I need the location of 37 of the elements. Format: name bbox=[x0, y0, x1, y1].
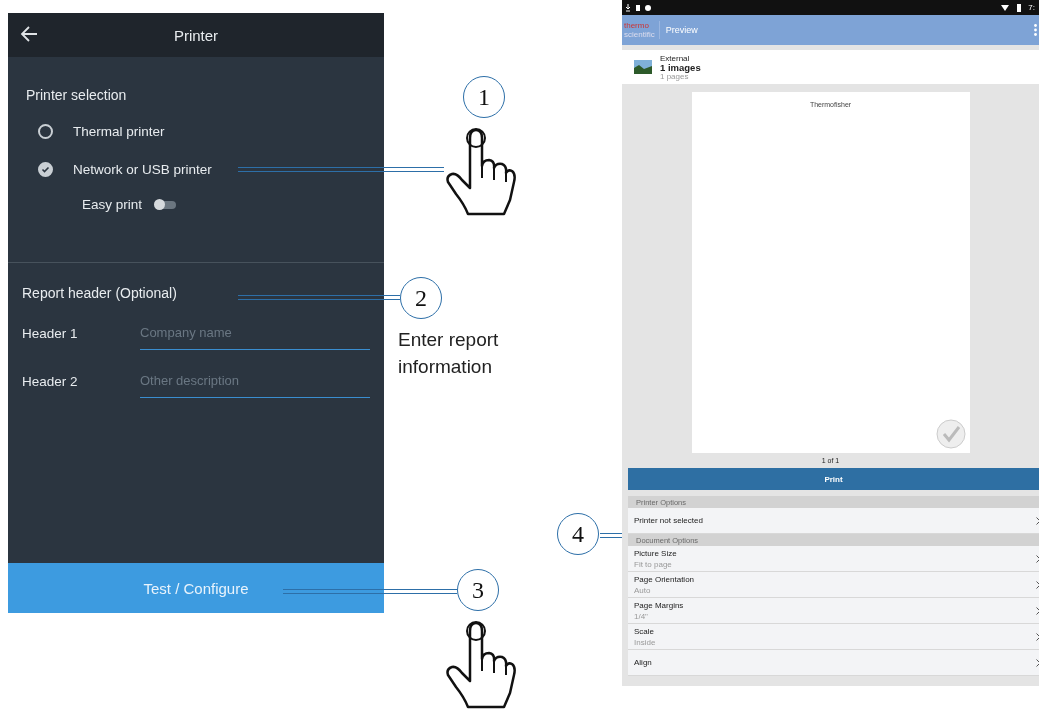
screen-title: Printer bbox=[173, 26, 219, 44]
checkmark-icon bbox=[41, 164, 50, 174]
option-label: Thermal printer bbox=[73, 123, 165, 139]
option-row[interactable]: Scale Inside bbox=[628, 624, 1039, 650]
option-row[interactable]: Printer not selected bbox=[628, 508, 1039, 534]
document-source: External bbox=[660, 53, 691, 63]
document-title: 1 images bbox=[660, 62, 701, 72]
toggle-label: Easy print bbox=[82, 197, 143, 212]
image-thumbnail-icon bbox=[634, 60, 652, 74]
option-row[interactable]: Picture Size Fit to page bbox=[628, 546, 1039, 572]
section-title: Report header (Optional) bbox=[22, 285, 178, 301]
option-row[interactable]: Page Orientation Auto bbox=[628, 572, 1039, 598]
signal-battery-icons bbox=[1001, 3, 1024, 12]
checkmark-icon[interactable] bbox=[935, 419, 966, 449]
toggle-switch[interactable] bbox=[156, 200, 177, 209]
radio-button[interactable] bbox=[38, 123, 53, 139]
print-button[interactable]: Print bbox=[628, 468, 1039, 490]
option-label: Network or USB printer bbox=[73, 161, 212, 177]
callout-number: 3 bbox=[457, 569, 499, 611]
option-row[interactable]: Align bbox=[628, 650, 1039, 676]
callout-number: 4 bbox=[557, 513, 599, 555]
pointing-hand-icon bbox=[446, 126, 516, 216]
input-field[interactable]: Other description bbox=[140, 364, 370, 398]
overflow-menu-icon[interactable] bbox=[1034, 24, 1037, 36]
field-label: Header 2 bbox=[22, 373, 79, 389]
radio-button[interactable] bbox=[38, 161, 53, 177]
section-title: Printer selection bbox=[26, 87, 128, 103]
field-label: Header 1 bbox=[22, 325, 79, 341]
callout-number: 2 bbox=[400, 277, 442, 319]
callout-caption: Enter report information bbox=[398, 328, 500, 379]
option-row[interactable]: Page Margins 1/4" bbox=[628, 598, 1039, 624]
callout-number: 1 bbox=[463, 76, 505, 118]
input-field[interactable]: Company name bbox=[140, 316, 370, 350]
status-time: 7: bbox=[1028, 3, 1035, 12]
screen-title: Preview bbox=[665, 25, 698, 35]
notification-icons bbox=[626, 3, 652, 12]
back-arrow-icon[interactable] bbox=[20, 25, 38, 43]
